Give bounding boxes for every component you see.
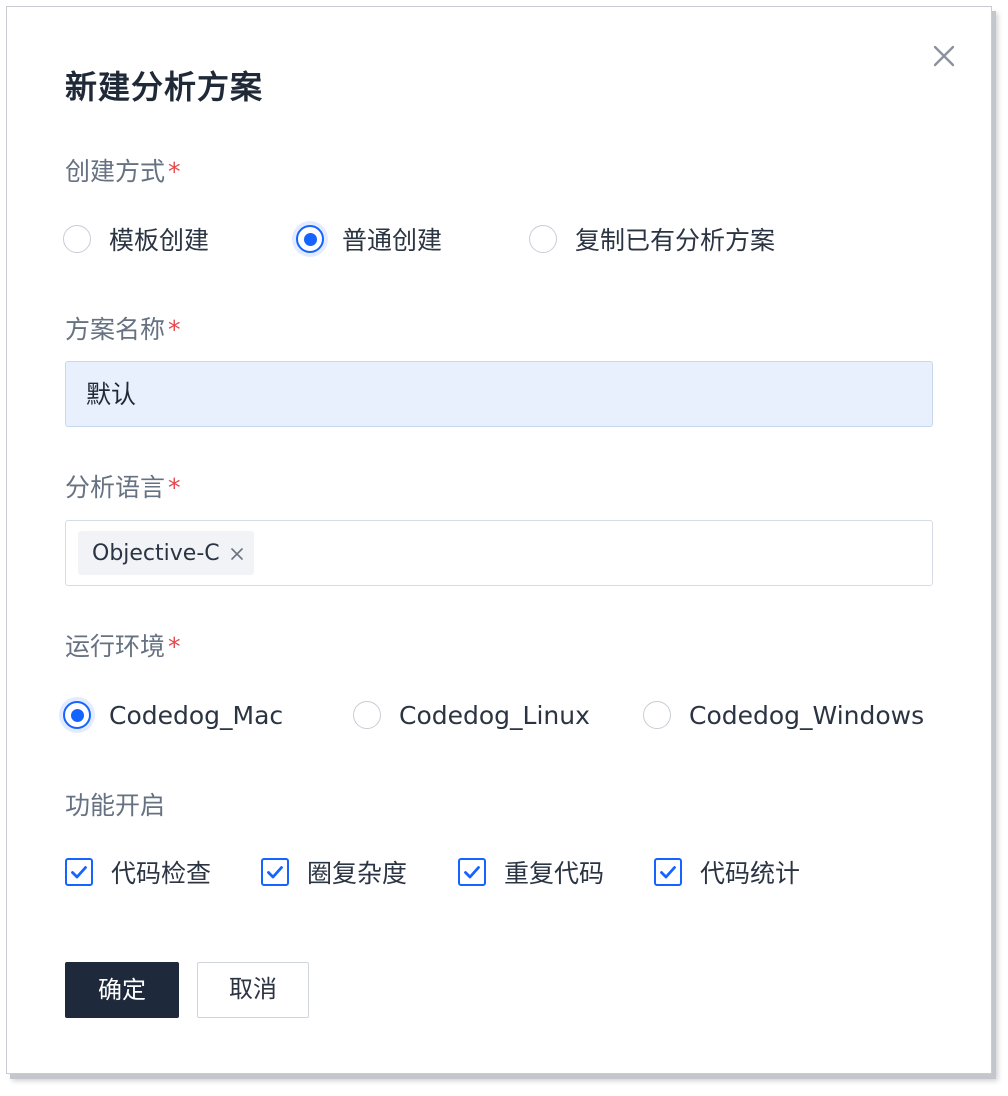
cancel-button[interactable]: 取消 [197,962,309,1018]
create-mode-label: 创建方式 * [65,159,181,184]
scheme-name-label: 方案名称 * [65,317,181,342]
required-mark: * [168,157,181,186]
close-button[interactable] [927,39,961,73]
language-label-text: 分析语言 [65,473,166,502]
check-icon [267,866,283,879]
confirm-button[interactable]: 确定 [65,962,179,1018]
checkbox-box[interactable] [458,858,486,886]
radio-circle[interactable] [353,701,381,729]
new-analysis-scheme-dialog: 新建分析方案 创建方式 * 模板创建 普通创建 复制已有分析方案 方案名称 * 默认… [6,6,992,1074]
radio-label: Codedog_Mac [109,700,284,730]
radio-label: Codedog_Windows [689,700,925,730]
checkbox-label: 圈复杂度 [307,859,408,888]
check-icon [464,866,480,879]
scheme-name-value: 默认 [86,380,137,409]
dialog-title: 新建分析方案 [65,68,264,106]
radio-copy-existing-scheme[interactable]: 复制已有分析方案 [529,219,775,259]
environment-label-text: 运行环境 [65,632,166,661]
checkbox-duplicate-code[interactable]: 重复代码 [458,852,604,892]
radio-circle-selected[interactable] [63,701,91,729]
required-mark: * [168,315,181,344]
required-mark: * [168,473,181,502]
radio-circle[interactable] [63,225,91,253]
radio-label: 模板创建 [109,226,210,255]
checkbox-box[interactable] [654,858,682,886]
radio-template-create[interactable]: 模板创建 [63,219,209,259]
language-select[interactable]: Objective-C [65,520,933,586]
radio-codedog-linux[interactable]: Codedog_Linux [353,695,590,735]
close-icon [230,548,243,560]
radio-codedog-windows[interactable]: Codedog_Windows [643,695,924,735]
scheme-name-label-text: 方案名称 [65,315,166,344]
radio-circle[interactable] [529,225,557,253]
checkbox-code-statistics[interactable]: 代码统计 [654,852,800,892]
checkbox-cyclomatic-complexity[interactable]: 圈复杂度 [261,852,407,892]
checkbox-label: 代码检查 [111,859,212,888]
language-tag-label: Objective-C [92,540,220,566]
radio-codedog-mac[interactable]: Codedog_Mac [63,695,283,735]
language-tag: Objective-C [78,531,254,575]
checkbox-code-check[interactable]: 代码检查 [65,852,211,892]
features-label: 功能开启 [65,791,166,820]
radio-label: Codedog_Linux [399,700,590,730]
language-label: 分析语言 * [65,475,181,500]
checkbox-label: 重复代码 [504,859,605,888]
radio-label: 普通创建 [342,226,443,255]
check-icon [660,866,676,879]
radio-circle[interactable] [643,701,671,729]
checkbox-box[interactable] [261,858,289,886]
checkbox-label: 代码统计 [700,859,801,888]
create-mode-label-text: 创建方式 [65,157,166,186]
radio-circle-selected[interactable] [296,225,324,253]
checkbox-box[interactable] [65,858,93,886]
required-mark: * [168,632,181,661]
scheme-name-input[interactable]: 默认 [65,361,933,427]
check-icon [71,866,87,879]
environment-label: 运行环境 * [65,634,181,659]
radio-label: 复制已有分析方案 [575,226,776,255]
close-icon [933,45,955,67]
radio-normal-create[interactable]: 普通创建 [296,219,442,259]
tag-remove-button[interactable] [230,546,244,560]
